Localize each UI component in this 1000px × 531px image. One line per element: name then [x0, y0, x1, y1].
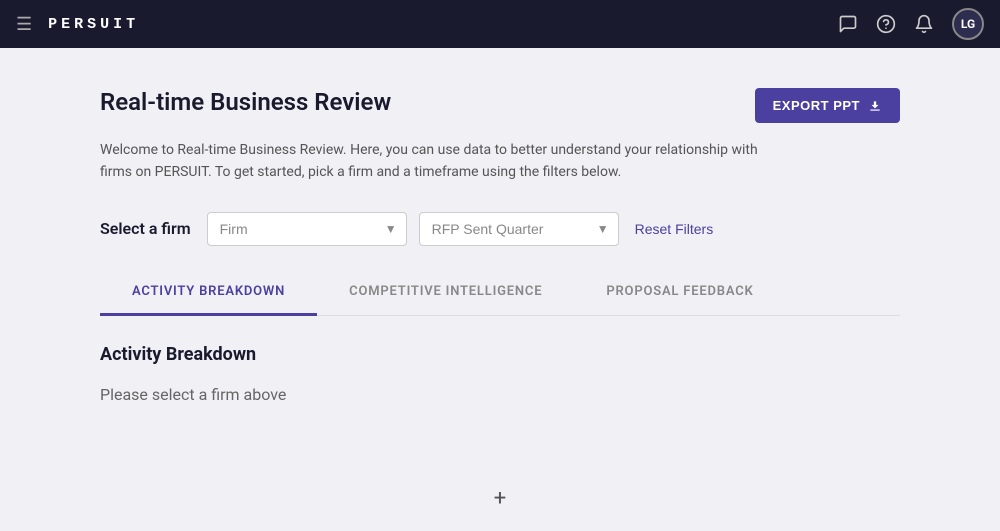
page-description: Welcome to Real-time Business Review. He…: [100, 139, 780, 184]
nav-left: ☰ PERSUIT: [16, 14, 139, 35]
section-title: Activity Breakdown: [100, 344, 900, 365]
top-navigation: ☰ PERSUIT LG: [0, 0, 1000, 48]
download-icon: [868, 99, 882, 113]
reset-filters-button[interactable]: Reset Filters: [635, 221, 714, 237]
firm-select-wrapper: Firm ▼: [207, 212, 407, 246]
help-icon[interactable]: [876, 14, 896, 34]
filter-row: Select a firm Firm ▼ RFP Sent Quarter ▼ …: [100, 212, 900, 246]
quarter-select-wrapper: RFP Sent Quarter ▼: [419, 212, 619, 246]
avatar[interactable]: LG: [952, 8, 984, 40]
tabs-container: ACTIVITY BREAKDOWN COMPETITIVE INTELLIGE…: [100, 270, 900, 316]
tab-proposal-feedback[interactable]: PROPOSAL FEEDBACK: [574, 270, 785, 316]
firm-select[interactable]: Firm: [207, 212, 407, 246]
quarter-select[interactable]: RFP Sent Quarter: [419, 212, 619, 246]
bell-icon[interactable]: [914, 14, 934, 34]
logo: PERSUIT: [48, 16, 139, 33]
page-header: Real-time Business Review EXPORT PPT: [100, 88, 900, 123]
menu-icon[interactable]: ☰: [16, 14, 32, 35]
empty-state-message: Please select a firm above: [100, 385, 900, 404]
tab-competitive-intelligence[interactable]: COMPETITIVE INTELLIGENCE: [317, 270, 574, 316]
tab-content-activity-breakdown: Activity Breakdown Please select a firm …: [100, 316, 900, 432]
main-content: Real-time Business Review EXPORT PPT Wel…: [0, 48, 1000, 472]
export-ppt-button[interactable]: EXPORT PPT: [755, 88, 900, 123]
nav-right: LG: [838, 8, 984, 40]
tab-activity-breakdown[interactable]: ACTIVITY BREAKDOWN: [100, 270, 317, 316]
export-ppt-label: EXPORT PPT: [773, 98, 860, 113]
filter-label: Select a firm: [100, 219, 191, 238]
page-title: Real-time Business Review: [100, 88, 391, 116]
chat-icon[interactable]: [838, 14, 858, 34]
bottom-plus-icon[interactable]: +: [494, 486, 506, 511]
